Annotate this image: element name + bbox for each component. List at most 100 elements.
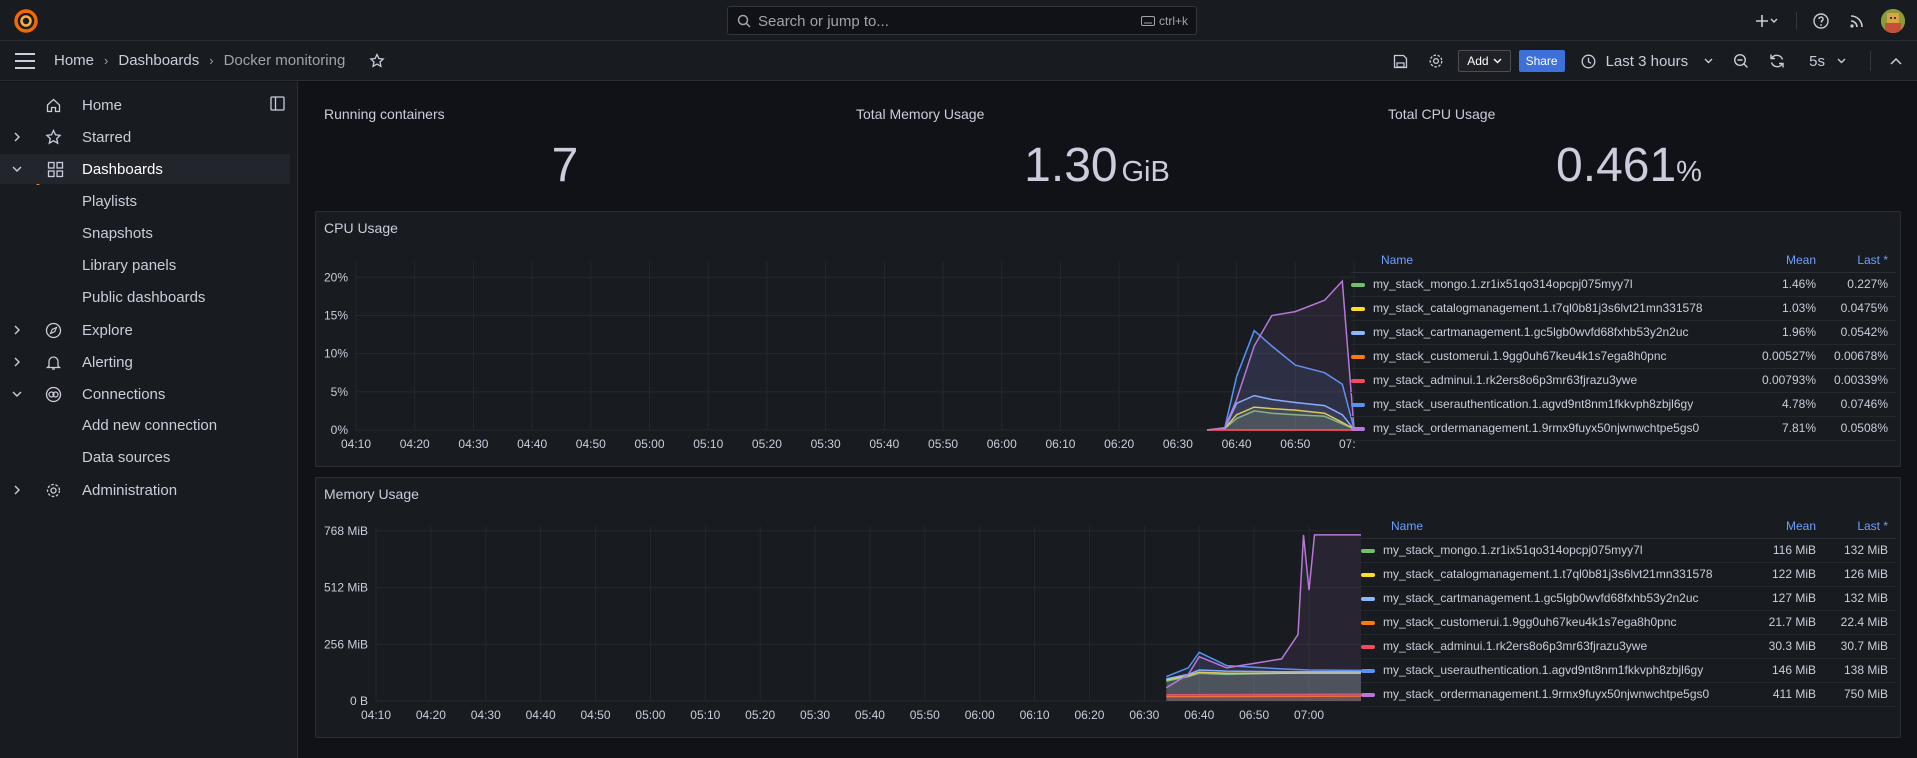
legend-mean-value: 116 MiB	[1736, 538, 1816, 563]
y-tick-label: 768 MiB	[324, 524, 368, 538]
dashboard-settings-button[interactable]	[1418, 41, 1454, 82]
star-icon[interactable]	[369, 52, 385, 69]
legend-row[interactable]: my_stack_mongo.1.zr1ix51qo314opcpj075myy…	[1361, 538, 1896, 563]
x-tick-label: 06:20	[1074, 708, 1104, 722]
chevron-down-icon[interactable]	[11, 163, 23, 175]
help-button[interactable]	[1803, 0, 1839, 41]
legend-series-name: my_stack_cartmanagement.1.gc5lgb0wvfd68f…	[1361, 586, 1736, 611]
grafana-logo-icon[interactable]	[13, 8, 39, 34]
chevron-right-icon[interactable]	[11, 484, 23, 496]
legend-header-last[interactable]: Last *	[1816, 252, 1896, 273]
legend-row[interactable]: my_stack_adminui.1.rk2ers8o6p3mr63fjrazu…	[1351, 368, 1896, 393]
legend-header-last[interactable]: Last *	[1816, 518, 1896, 539]
x-tick-label: 05:40	[855, 708, 885, 722]
chevron-right-icon[interactable]	[11, 356, 23, 368]
legend-row[interactable]: my_stack_ordermanagement.1.9rmx9fuyx50nj…	[1351, 416, 1896, 441]
search-input[interactable]: Search or jump to... ctrl+k	[727, 6, 1197, 35]
sidebar-item-label: Starred	[82, 128, 132, 146]
stat-number: 0.461	[1556, 139, 1677, 192]
legend-mean-value: 1.46%	[1736, 272, 1816, 297]
series-color-swatch	[1361, 620, 1375, 625]
sidebar-subitem-snapshots[interactable]: Snapshots	[82, 225, 153, 242]
share-button[interactable]: Share	[1518, 50, 1565, 72]
legend-row[interactable]: my_stack_userauthentication.1.agvd9nt8nm…	[1351, 392, 1896, 417]
stat-panel-total-memory[interactable]: Total Memory Usage 1.30 GiB	[831, 82, 1363, 200]
new-menu-button[interactable]	[1744, 0, 1790, 41]
sidebar-item-home[interactable]: Home	[0, 90, 290, 120]
sidebar-item-administration[interactable]: Administration	[0, 475, 290, 505]
chevron-down-icon[interactable]	[11, 388, 23, 400]
legend-row[interactable]: my_stack_adminui.1.rk2ers8o6p3mr63fjrazu…	[1361, 634, 1896, 659]
cpu-usage-chart[interactable]: 0% 5% 10% 15% 20% 04:10 04:20 04:30 04:40 04:50 05…	[316, 252, 1356, 462]
panel-title: Total CPU Usage	[1388, 106, 1496, 122]
connections-icon	[45, 386, 62, 402]
legend-row[interactable]: my_stack_catalogmanagement.1.t7ql0b81j3s…	[1361, 562, 1896, 587]
x-tick-label: 06:10	[1020, 708, 1050, 722]
legend-series-name: my_stack_userauthentication.1.agvd9nt8nm…	[1361, 658, 1736, 683]
dashboard-canvas: Running containers 7 Total Memory Usage …	[299, 82, 1917, 758]
y-tick-label: 10%	[324, 347, 348, 361]
compass-icon	[45, 322, 62, 338]
user-avatar[interactable]	[1881, 8, 1905, 33]
stat-panel-running-containers[interactable]: Running containers 7	[299, 82, 831, 200]
shortcut-text: ctrl+k	[1158, 14, 1188, 28]
refresh-picker[interactable]: 5s	[1769, 53, 1846, 70]
sidebar-item-starred[interactable]: Starred	[0, 122, 290, 152]
panel-title: Memory Usage	[324, 486, 419, 502]
stat-panel-total-cpu[interactable]: Total CPU Usage 0.461%	[1363, 82, 1895, 200]
sidebar-item-label: Connections	[82, 385, 166, 403]
legend-header-name[interactable]: Name	[1351, 252, 1736, 273]
legend-header-name[interactable]: Name	[1361, 518, 1736, 539]
legend-row[interactable]: my_stack_cartmanagement.1.gc5lgb0wvfd68f…	[1351, 320, 1896, 345]
legend-header-mean[interactable]: Mean	[1736, 252, 1816, 273]
series-color-swatch	[1351, 282, 1365, 287]
sidebar-item-alerting[interactable]: Alerting	[0, 347, 290, 377]
time-range-picker[interactable]: Last 3 hours	[1581, 53, 1714, 70]
y-tick-label: 0%	[331, 423, 349, 437]
legend-row[interactable]: my_stack_userauthentication.1.agvd9nt8nm…	[1361, 658, 1896, 683]
zoom-out-button[interactable]	[1723, 41, 1759, 82]
apps-icon	[47, 161, 64, 177]
sidebar-item-explore[interactable]: Explore	[0, 315, 290, 345]
legend-last-value: 0.00678%	[1816, 344, 1896, 369]
legend-last-value: 138 MiB	[1816, 658, 1896, 683]
legend-mean-value: 127 MiB	[1736, 586, 1816, 611]
refresh-icon	[1770, 54, 1784, 68]
sidebar-subitem-add-new-connection[interactable]: Add new connection	[82, 417, 217, 434]
legend-row[interactable]: my_stack_mongo.1.zr1ix51qo314opcpj075myy…	[1351, 272, 1896, 297]
star-icon	[45, 128, 62, 144]
share-button-label: Share	[1525, 54, 1558, 68]
legend-row[interactable]: my_stack_cartmanagement.1.gc5lgb0wvfd68f…	[1361, 586, 1896, 611]
legend-header-mean[interactable]: Mean	[1736, 518, 1816, 539]
home-icon	[46, 98, 61, 112]
sidebar-subitem-data-sources[interactable]: Data sources	[82, 449, 170, 466]
sidebar-subitem-playlists[interactable]: Playlists	[82, 193, 137, 210]
sidebar-subitem-public-dashboards[interactable]: Public dashboards	[82, 289, 205, 306]
series-area	[1166, 534, 1361, 701]
sidebar-subitem-library-panels[interactable]: Library panels	[82, 257, 176, 274]
collapse-navbar-button[interactable]	[1881, 41, 1911, 82]
breadcrumb-dashboards[interactable]: Dashboards	[118, 52, 199, 69]
bell-icon	[45, 355, 62, 370]
legend-row[interactable]: my_stack_customerui.1.9gg0uh67keu4k1s7eg…	[1351, 344, 1896, 369]
keyboard-icon	[1140, 16, 1155, 26]
legend-series-name: my_stack_adminui.1.rk2ers8o6p3mr63fjrazu…	[1351, 368, 1736, 393]
legend-row[interactable]: my_stack_customerui.1.9gg0uh67keu4k1s7eg…	[1361, 610, 1896, 635]
x-tick-label: 05:10	[690, 708, 720, 722]
memory-usage-chart[interactable]: 0 B 256 MiB 512 MiB 768 MiB 04:10 04:20 04:30 0…	[316, 518, 1361, 733]
cpu-usage-panel[interactable]: CPU Usage 0% 5% 10% 15% 20% 04:10 04:20 04:30 04…	[315, 211, 1901, 467]
menu-toggle-icon[interactable]	[14, 52, 36, 70]
add-button[interactable]: Add	[1458, 50, 1511, 72]
sidebar-item-dashboards[interactable]: Dashboards	[0, 154, 290, 184]
sidebar-item-connections[interactable]: Connections	[0, 379, 290, 409]
chevron-right-icon[interactable]	[11, 131, 23, 143]
legend-row[interactable]: my_stack_catalogmanagement.1.t7ql0b81j3s…	[1351, 296, 1896, 321]
stat-unit: %	[1676, 156, 1702, 188]
news-button[interactable]	[1839, 0, 1875, 41]
legend-row[interactable]: my_stack_ordermanagement.1.9rmx9fuyx50nj…	[1361, 682, 1896, 707]
legend-series-name: my_stack_customerui.1.9gg0uh67keu4k1s7eg…	[1361, 610, 1736, 635]
save-dashboard-button[interactable]	[1382, 41, 1418, 82]
memory-usage-panel[interactable]: Memory Usage 0 B 256 MiB 512 MiB 768 MiB 04:…	[315, 477, 1901, 738]
breadcrumb-home[interactable]: Home	[54, 52, 94, 69]
chevron-right-icon[interactable]	[11, 324, 23, 336]
